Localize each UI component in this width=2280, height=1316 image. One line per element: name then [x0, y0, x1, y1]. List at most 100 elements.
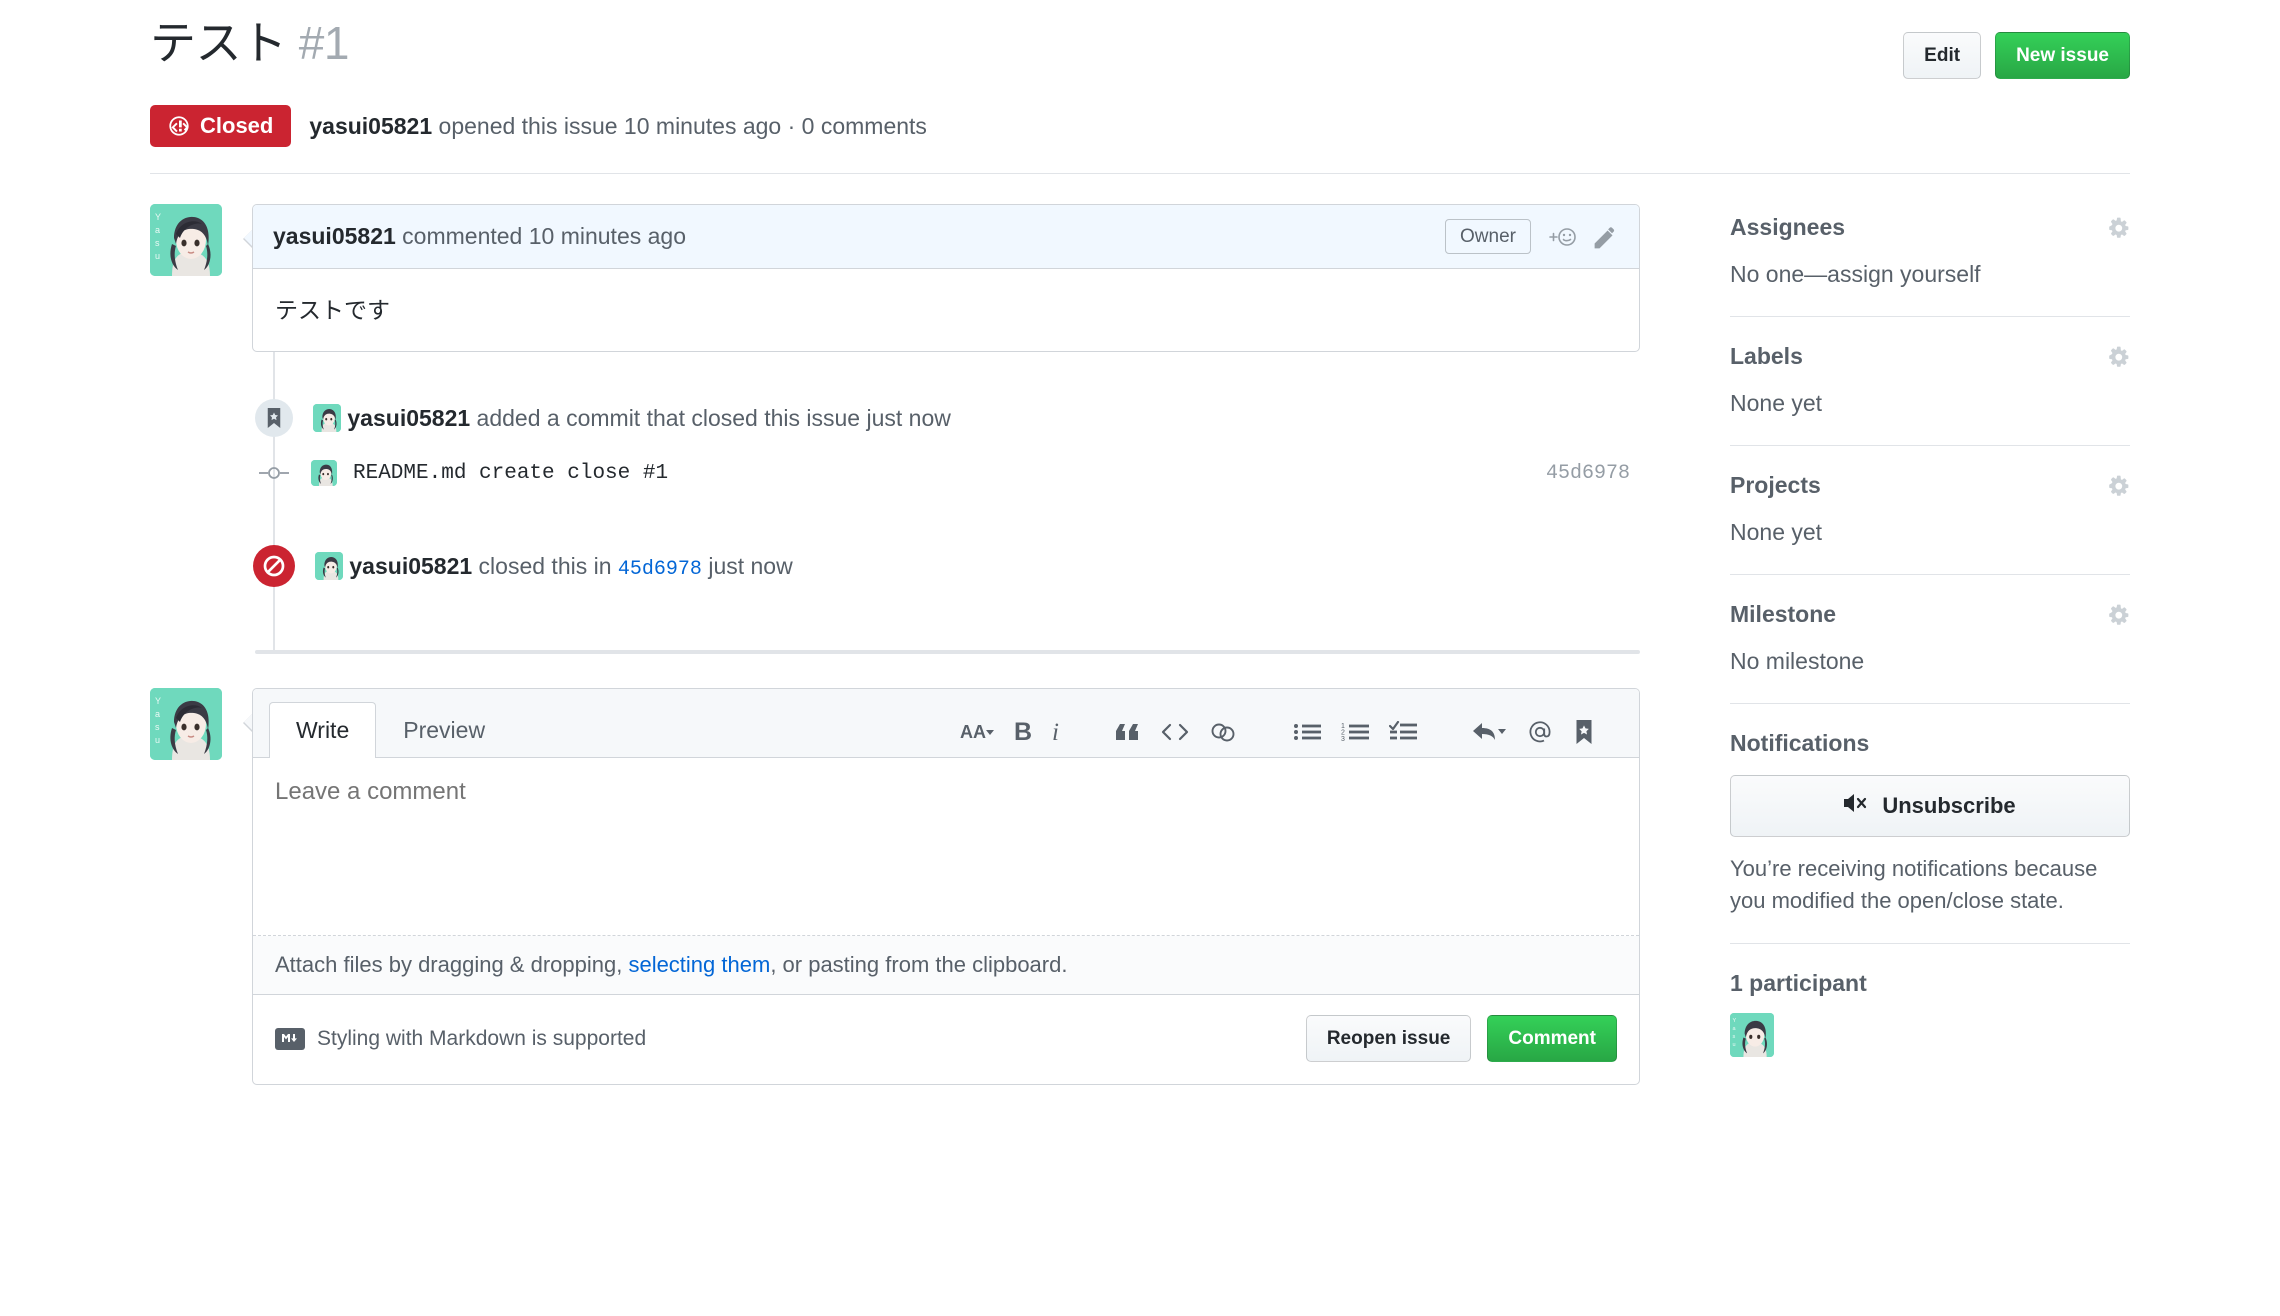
- svg-text:u: u: [155, 735, 160, 745]
- timeline-closed-event: yasui05821 closed this in 45d6978 just n…: [253, 538, 1640, 594]
- gear-icon[interactable]: [2104, 473, 2130, 499]
- issue-closed-icon: [168, 115, 190, 137]
- unordered-list-icon[interactable]: [1293, 721, 1321, 743]
- avatar[interactable]: [315, 551, 343, 580]
- sidebar: Assignees No one—assign yourself Labels: [1730, 204, 2130, 1109]
- comment-arrow-fill: [244, 230, 252, 246]
- link-icon[interactable]: [1209, 720, 1237, 744]
- attach-text-before: Attach files by dragging & dropping,: [275, 952, 629, 977]
- unsubscribe-label: Unsubscribe: [1882, 793, 2016, 819]
- sidebar-projects-title: Projects: [1730, 472, 1821, 499]
- sidebar-section-projects: Projects None yet: [1730, 472, 2130, 576]
- gear-icon[interactable]: [2104, 602, 2130, 628]
- form-tabnav: Write Preview AA B i 1 2 3: [253, 689, 1639, 758]
- issue-closed-icon: [253, 545, 295, 587]
- sidebar-labels-title: Labels: [1730, 343, 1803, 370]
- attach-text-after: , or pasting from the clipboard.: [770, 952, 1068, 977]
- avatar[interactable]: [311, 460, 337, 486]
- svg-text:s: s: [155, 238, 160, 248]
- sidebar-section-milestone: Milestone No milestone: [1730, 601, 2130, 705]
- comment-input[interactable]: [253, 758, 1639, 936]
- svg-text:s: s: [155, 722, 160, 732]
- heading-icon[interactable]: AA: [960, 721, 994, 743]
- comment-form-box: Write Preview AA B i 1 2 3 Leave a comme…: [252, 688, 1640, 1085]
- form-tabs: Write Preview: [269, 701, 512, 758]
- form-arrow-fill: [244, 714, 252, 730]
- timeline-closed-event-text: yasui05821 closed this in 45d6978 just n…: [315, 551, 793, 581]
- comment-author[interactable]: yasui05821: [273, 223, 396, 249]
- bold-icon[interactable]: B: [1014, 719, 1032, 745]
- comment-main: yasui05821 commented 10 minutes ago Owne…: [243, 204, 1640, 352]
- issue-author[interactable]: yasui05821: [309, 113, 432, 139]
- git-commit-icon: [255, 465, 293, 481]
- svg-text:Y: Y: [155, 212, 161, 222]
- reply-icon[interactable]: [1473, 721, 1507, 743]
- sidebar-notifications-title: Notifications: [1730, 730, 1870, 757]
- avatar[interactable]: Y a s u: [1730, 1012, 1774, 1057]
- closed-sha-link[interactable]: 45d6978: [618, 558, 702, 581]
- mute-icon: [1844, 792, 1870, 820]
- timeline-closed-author[interactable]: yasui05821: [349, 553, 472, 579]
- markdown-support-note: Styling with Markdown is supported: [275, 1027, 646, 1051]
- markdown-icon: [275, 1027, 305, 1050]
- markdown-group-text: AA B i: [932, 719, 1087, 745]
- saved-replies-icon[interactable]: [1573, 720, 1595, 744]
- pencil-icon[interactable]: [1593, 224, 1619, 250]
- edit-button[interactable]: Edit: [1903, 32, 1982, 79]
- sidebar-assignees-value[interactable]: No one—assign yourself: [1730, 259, 2130, 290]
- sidebar-labels-header: Labels: [1730, 343, 2130, 370]
- issue-meta-mid: opened this issue 10 minutes ago ·: [432, 112, 802, 139]
- page-title: テスト #1: [150, 18, 349, 69]
- svg-text:u: u: [1732, 1042, 1735, 1048]
- code-icon[interactable]: [1161, 721, 1189, 743]
- commit-message[interactable]: README.md create close #1: [353, 462, 668, 485]
- timeline-commit-event: yasui05821 added a commit that closed th…: [255, 390, 1640, 446]
- italic-icon[interactable]: i: [1052, 720, 1059, 745]
- svg-text:s: s: [1732, 1034, 1735, 1040]
- sidebar-section-labels: Labels None yet: [1730, 343, 2130, 447]
- avatar[interactable]: [313, 404, 341, 432]
- avatar[interactable]: Y a s u: [150, 204, 222, 276]
- commit-sha[interactable]: 45d6978: [1546, 462, 1640, 485]
- smiley-plus-icon[interactable]: [1547, 224, 1577, 250]
- textarea-wrap: [253, 758, 1639, 936]
- sidebar-milestone-header: Milestone: [1730, 601, 2130, 628]
- timeline-spacer-mid: [255, 500, 1640, 538]
- form-main: Write Preview AA B i 1 2 3 Leave a comme…: [243, 688, 1640, 1085]
- markdown-group-insert: [1087, 720, 1265, 744]
- issue-page: テスト #1 Edit New issue Closed yasui05821 …: [0, 0, 2280, 1316]
- gear-icon[interactable]: [2104, 215, 2130, 241]
- new-comment-form: Y a s u Write Preview AA B i 1 2 3 Leave…: [150, 688, 1640, 1085]
- issue-body: Y a s u yasui05821 commented 10 minutes …: [150, 204, 2130, 1109]
- tab-preview[interactable]: Preview: [376, 702, 512, 758]
- issue-number: #1: [298, 17, 350, 69]
- comment-button[interactable]: Comment: [1487, 1015, 1617, 1062]
- sidebar-assignees-header: Assignees: [1730, 214, 2130, 241]
- timeline-spacer-top: [255, 352, 1640, 390]
- timeline-commit-event-text: yasui05821 added a commit that closed th…: [313, 404, 951, 432]
- ordered-list-icon[interactable]: 1 2 3: [1341, 721, 1369, 743]
- reopen-issue-button[interactable]: Reopen issue: [1305, 1015, 1472, 1062]
- attach-files-note: Attach files by dragging & dropping, sel…: [253, 936, 1639, 995]
- bookmark-icon: [255, 399, 293, 437]
- task-list-icon[interactable]: [1389, 721, 1417, 743]
- attach-select-link[interactable]: selecting them: [628, 952, 770, 977]
- participants-title: 1 participant: [1730, 969, 1867, 996]
- tab-write[interactable]: Write: [269, 702, 377, 758]
- gear-icon[interactable]: [2104, 344, 2130, 370]
- sidebar-notifications-header: Notifications: [1730, 730, 2130, 757]
- markdown-group-lists: 1 2 3: [1265, 721, 1445, 743]
- unsubscribe-button[interactable]: Unsubscribe: [1730, 775, 2130, 838]
- avatar[interactable]: Y a s u: [150, 688, 222, 760]
- new-issue-button[interactable]: New issue: [1995, 32, 2130, 79]
- header-actions: Edit New issue: [1903, 18, 2130, 79]
- sidebar-milestone-value: No milestone: [1730, 648, 1865, 675]
- mention-icon[interactable]: [1527, 719, 1553, 745]
- timeline-commit-author[interactable]: yasui05821: [347, 405, 470, 431]
- timeline-spacer-bottom: [255, 594, 1640, 632]
- sidebar-assignees-title: Assignees: [1730, 214, 1846, 240]
- svg-text:Y: Y: [155, 696, 161, 706]
- issue-header: テスト #1 Edit New issue: [150, 18, 2130, 79]
- quote-icon[interactable]: [1115, 720, 1141, 744]
- comment-box: yasui05821 commented 10 minutes ago Owne…: [252, 204, 1640, 352]
